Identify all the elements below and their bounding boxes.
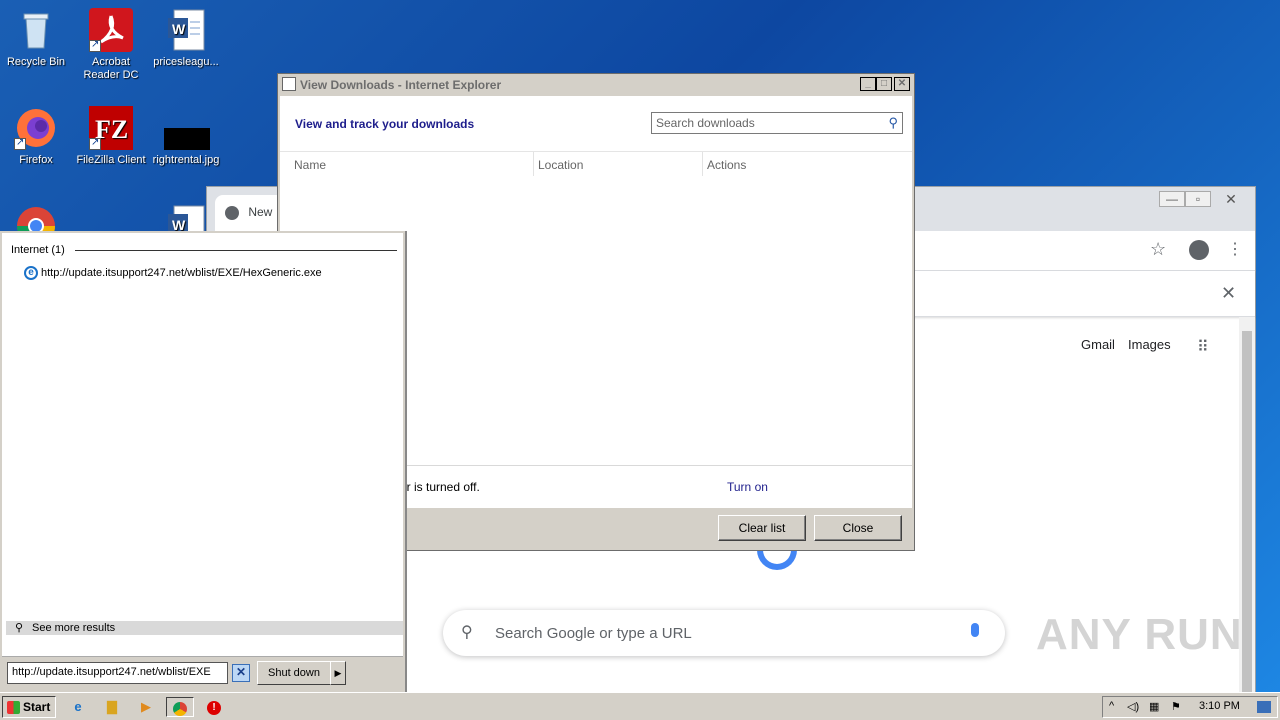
result-group-header: Internet (1) [11,244,65,256]
security-alert-taskbar-icon[interactable]: ! [200,697,228,717]
start-search-input[interactable]: http://update.itsupport247.net/wblist/EX… [7,662,228,684]
see-more-results[interactable]: ⚲ See more results [6,621,403,635]
network-icon[interactable]: ▦ [1149,700,1159,713]
desktop-icon-recycle-bin[interactable]: Recycle Bin [0,8,72,69]
chrome-tab-label: New [248,205,273,219]
chrome-tab[interactable]: New [215,195,285,231]
turn-on-link[interactable]: Turn on [727,480,768,494]
close-button[interactable]: ✕ [1217,191,1245,207]
tray-expand-icon[interactable]: ^ [1109,700,1114,712]
dialog-title: View Downloads - Internet Explorer [300,78,502,92]
group-divider [75,250,397,251]
desktop-icon-label: Acrobat Reader DC [83,56,139,81]
bookmark-star-icon[interactable]: ☆ [1150,239,1166,260]
google-search-box[interactable]: ⚲ Search Google or type a URL [443,610,1005,656]
action-center-flag-icon[interactable]: ⚑ [1171,700,1181,713]
maximize-button[interactable]: ▫ [1185,191,1211,207]
scroll-thumb[interactable] [1242,331,1252,701]
column-divider [533,152,534,176]
maximize-button[interactable]: □ [876,77,892,91]
desktop-icon-label: rightrental.jpg [152,154,220,166]
gmail-link[interactable]: Gmail [1081,337,1115,352]
desktop-icon-acrobat[interactable]: AcrobatReader DC [75,8,147,82]
image-file-icon [164,106,210,150]
start-button[interactable]: Start [2,696,56,718]
dialog-heading: View and track your downloads [295,117,475,131]
shut-down-options-arrow[interactable]: ▶ [330,661,346,685]
taskbar: Start e ▇ ▶ ! ^ ◁) ▦ ⚑ 3:10 PM [0,692,1280,720]
images-link[interactable]: Images [1128,337,1171,352]
dialog-titlebar[interactable]: View Downloads - Internet Explorer _ □ ✕ [278,74,914,96]
search-downloads-input[interactable]: Search downloads ⚲ [651,112,903,134]
desktop-icon-image-file[interactable]: rightrental.jpg [150,106,222,167]
ie-icon: e [24,266,38,280]
recycle-bin-icon [14,8,58,52]
desktop-icon-label: Firefox [19,154,53,166]
status-text: er is turned off. [400,480,480,494]
column-header-row [280,151,912,177]
search-icon: ⚲ [15,622,24,634]
ie-downloads-icon [282,77,296,91]
firefox-icon [14,106,58,150]
windows-logo-icon [7,701,20,714]
volume-icon[interactable]: ◁) [1127,700,1139,713]
system-tray: ^ ◁) ▦ ⚑ 3:10 PM [1102,696,1278,718]
column-name[interactable]: Name [294,158,326,172]
start-search-value: http://update.itsupport247.net/wblist/EX… [12,666,211,678]
column-divider [702,152,703,176]
ie-taskbar-icon[interactable]: e [64,697,92,717]
google-search-placeholder: Search Google or type a URL [495,625,692,642]
desktop-icon-label: FileZilla Client [76,154,146,166]
svg-text:W: W [172,21,186,37]
start-label: Start [23,700,51,714]
microphone-icon[interactable] [971,623,979,637]
close-infobar-icon[interactable]: ✕ [1221,283,1236,304]
search-result-item[interactable]: e http://update.itsupport247.net/wblist/E… [24,266,322,280]
close-button[interactable]: ✕ [894,77,910,91]
start-menu-bottom-bar: http://update.itsupport247.net/wblist/EX… [2,656,403,692]
search-downloads-placeholder: Search downloads [656,116,755,130]
anyrun-watermark: ANY RUN [1036,610,1243,659]
word-doc-icon: W [164,8,208,52]
desktop-icon-firefox[interactable]: Firefox [0,106,72,167]
see-more-label: See more results [32,622,116,634]
search-icon[interactable]: ⚲ [888,115,898,131]
clear-search-button[interactable]: ✕ [232,664,250,682]
desktop-icon-label: pricesleagu... [153,56,219,68]
column-location[interactable]: Location [538,158,583,172]
show-desktop-icon[interactable] [1257,701,1271,713]
apps-grid-icon[interactable]: ⠿ [1197,337,1209,357]
explorer-taskbar-icon[interactable]: ▇ [98,697,126,717]
clock[interactable]: 3:10 PM [1199,700,1240,712]
close-dialog-button[interactable]: Close [814,515,902,541]
media-player-taskbar-icon[interactable]: ▶ [132,697,160,717]
profile-icon[interactable] [1189,240,1209,260]
acrobat-icon [89,8,133,52]
minimize-button[interactable]: — [1159,191,1185,207]
desktop-icon-filezilla[interactable]: FZ FileZilla Client [75,106,147,167]
shut-down-button[interactable]: Shut down [257,661,331,685]
chrome-taskbar-icon[interactable] [166,697,194,717]
desktop-icon-word-doc[interactable]: W pricesleagu... [150,8,222,69]
filezilla-icon: FZ [89,106,133,150]
start-menu: Internet (1) e http://update.itsupport247… [0,231,405,692]
search-result-url: http://update.itsupport247.net/wblist/EX… [41,266,322,279]
globe-icon [225,205,239,220]
minimize-button[interactable]: _ [860,77,876,91]
desktop-icon-label: Recycle Bin [6,56,66,68]
clear-list-button[interactable]: Clear list [718,515,806,541]
menu-dots-icon[interactable]: ⋮ [1227,239,1243,259]
search-icon: ⚲ [461,624,473,641]
column-actions[interactable]: Actions [707,158,746,172]
